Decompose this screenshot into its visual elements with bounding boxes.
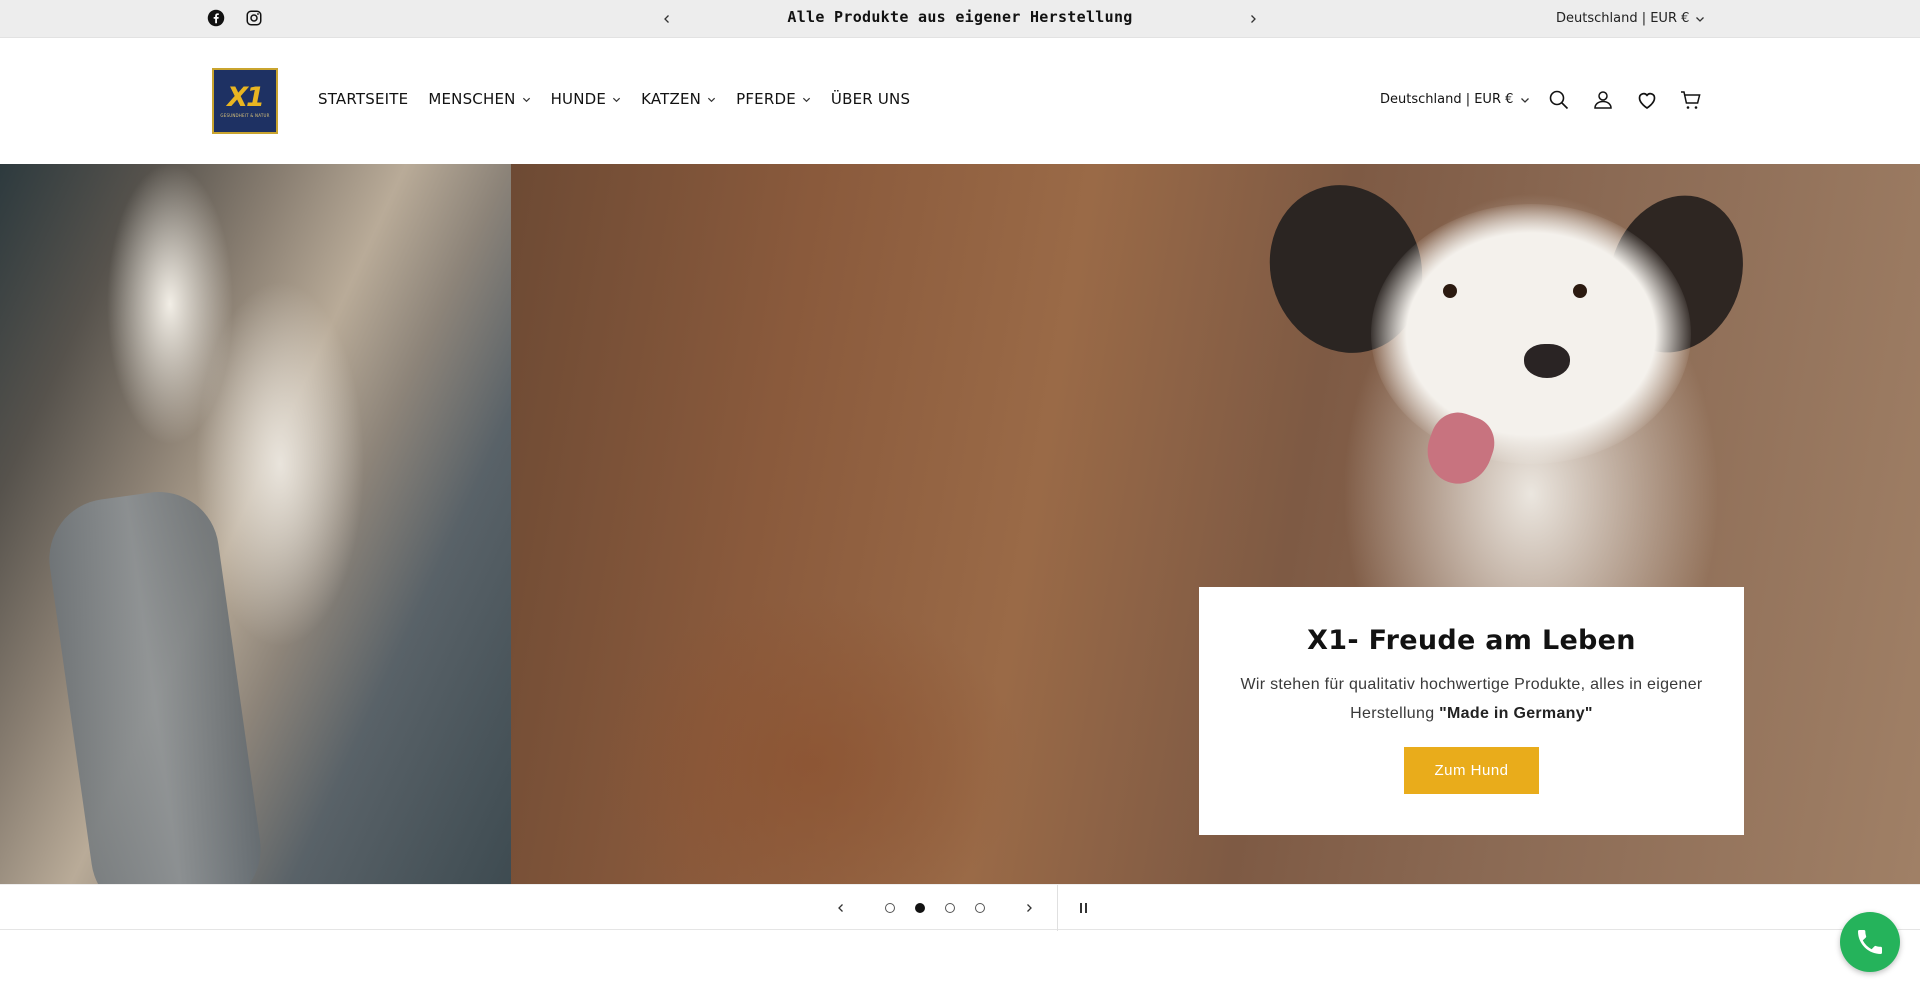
nav-item-label: PFERDE (736, 90, 796, 108)
cart-icon[interactable] (1678, 87, 1704, 113)
controls-divider (1057, 885, 1058, 931)
chevron-down-icon (522, 97, 530, 102)
dog-nose (1524, 344, 1570, 378)
slide-dot-3[interactable] (945, 903, 955, 913)
announcement-prev-button[interactable] (657, 9, 677, 29)
pause-icon[interactable] (1072, 897, 1094, 919)
nav-item-label: MENSCHEN (428, 90, 516, 108)
slideshow-controls (0, 884, 1920, 931)
nav-item-label: KATZEN (641, 90, 702, 108)
header-locale-selector[interactable]: Deutschland | EUR € (1380, 92, 1530, 107)
logo-mark: X1 (227, 82, 265, 113)
slide-dot-2[interactable] (915, 903, 925, 913)
announcement-bar: Alle Produkte aus eigener Herstellung De… (0, 0, 1920, 38)
site-header: X1 GESUNDHEIT & NATUR STARTSEITE MENSCHE… (0, 38, 1920, 164)
slide-dot-1[interactable] (885, 903, 895, 913)
announcement-text: Alle Produkte aus eigener Herstellung (787, 8, 1133, 26)
chevron-down-icon (613, 97, 621, 102)
dog-eye-left (1443, 284, 1457, 298)
nav-item-pferde[interactable]: PFERDE (736, 90, 811, 108)
nav-item-menschen[interactable]: MENSCHEN (428, 90, 530, 108)
hero-text: Wir stehen für qualitativ hochwertige Pr… (1232, 670, 1712, 728)
site-logo[interactable]: X1 GESUNDHEIT & NATUR (212, 68, 278, 134)
chevron-left-icon (664, 15, 669, 23)
header-locale-label: Deutschland | EUR € (1380, 92, 1514, 107)
nav-item-ueber-uns[interactable]: ÜBER UNS (831, 90, 910, 108)
wishlist-heart-icon[interactable] (1634, 87, 1660, 113)
phone-icon (1858, 930, 1882, 954)
slide-prev-button[interactable] (830, 897, 852, 919)
previous-slide-image (0, 164, 511, 884)
dog-eye-right (1573, 284, 1587, 298)
hero-content-card: X1- Freude am Leben Wir stehen für quali… (1199, 587, 1744, 835)
hero-slideshow: X1- Freude am Leben Wir stehen für quali… (0, 164, 1920, 884)
dog-face (1371, 204, 1691, 464)
hero-title: X1- Freude am Leben (1307, 625, 1636, 656)
nav-item-katzen[interactable]: KATZEN (641, 90, 716, 108)
chevron-down-icon (1696, 16, 1705, 22)
chevron-down-icon (708, 97, 716, 102)
chevron-right-icon (1251, 15, 1256, 23)
slide-next-button[interactable] (1018, 897, 1040, 919)
nav-item-startseite[interactable]: STARTSEITE (318, 90, 408, 108)
nav-item-label: HUNDE (550, 90, 607, 108)
hero-text-highlight: "Made in Germany" (1439, 705, 1593, 722)
chevron-down-icon (802, 97, 810, 102)
main-nav: STARTSEITE MENSCHEN HUNDE KATZEN PFERDE … (318, 90, 930, 108)
instagram-icon[interactable] (245, 9, 265, 29)
phone-call-button[interactable] (1840, 912, 1900, 972)
announcement-next-button[interactable] (1243, 9, 1263, 29)
slide-dot-4[interactable] (975, 903, 985, 913)
logo-subtext: GESUNDHEIT & NATUR (220, 113, 270, 118)
nav-item-hunde[interactable]: HUNDE (551, 90, 622, 108)
chevron-left-icon (838, 904, 843, 912)
zum-hund-button[interactable]: Zum Hund (1404, 747, 1539, 794)
account-icon[interactable] (1590, 87, 1616, 113)
facebook-icon[interactable] (207, 9, 227, 29)
chevron-down-icon (1521, 97, 1530, 103)
announcement-locale-selector[interactable]: Deutschland | EUR € (1556, 11, 1705, 26)
nav-item-label: ÜBER UNS (830, 90, 911, 108)
slide-image-detail (41, 484, 269, 884)
announcement-locale-label: Deutschland | EUR € (1556, 11, 1690, 26)
search-icon[interactable] (1546, 87, 1572, 113)
chevron-right-icon (1027, 904, 1032, 912)
nav-item-label: STARTSEITE (318, 90, 409, 108)
